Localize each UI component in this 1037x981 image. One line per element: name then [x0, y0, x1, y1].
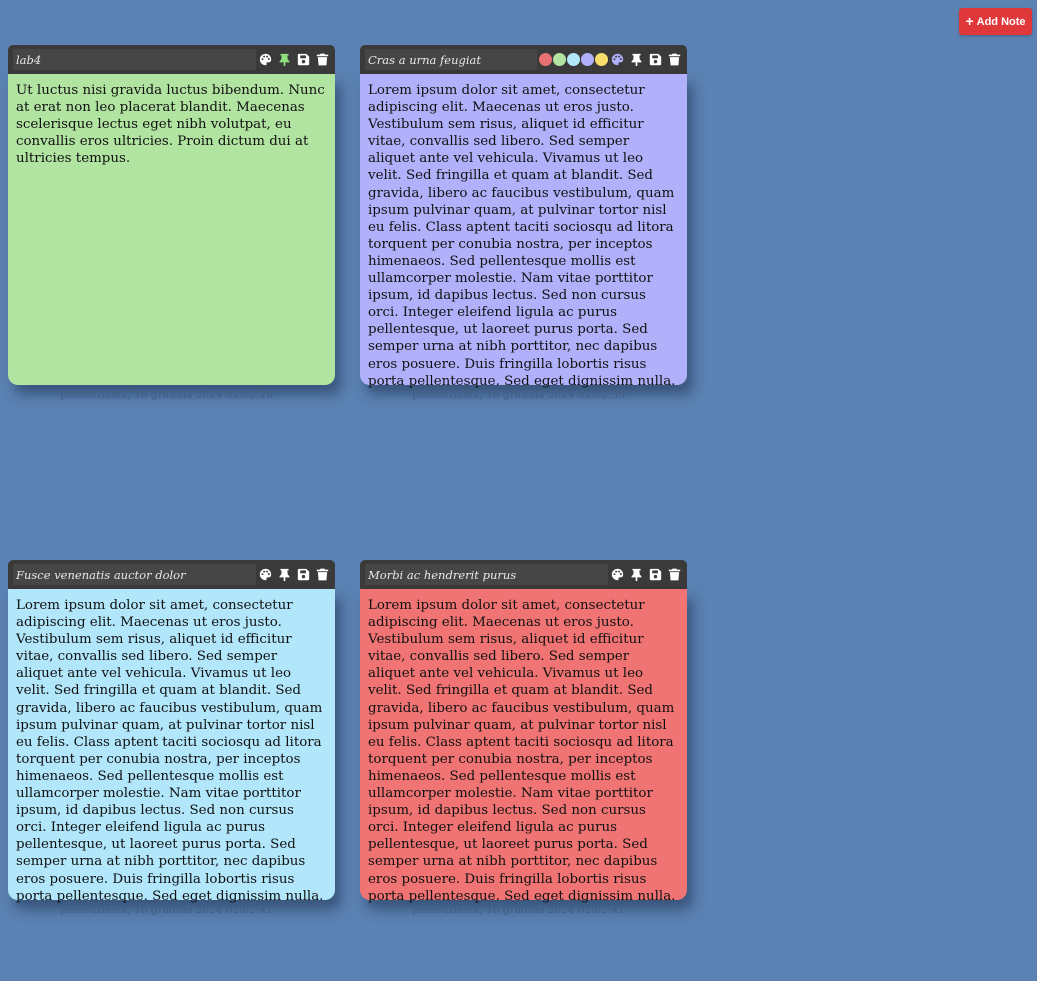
note-date: poniedziałek, 16 grudnia 2024 02:02:39 — [412, 389, 625, 401]
palette-icon[interactable] — [259, 53, 272, 66]
color-swatches — [539, 53, 608, 66]
trash-icon[interactable] — [668, 568, 681, 581]
palette-icon[interactable] — [611, 568, 624, 581]
save-icon[interactable] — [649, 53, 662, 66]
trash-icon[interactable] — [316, 53, 329, 66]
palette-icon[interactable] — [611, 53, 624, 66]
note-header — [8, 560, 335, 589]
note-body[interactable]: Lorem ipsum dolor sit amet, consectetur … — [360, 74, 687, 389]
note-title-input[interactable] — [365, 564, 608, 585]
note-date: poniedziałek, 16 grudnia 2024 02:02:10 — [60, 389, 273, 401]
note-card: Lorem ipsum dolor sit amet, consectetur … — [360, 560, 687, 916]
swatch-yellow[interactable] — [595, 53, 608, 66]
note-date: poniedziałek, 16 grudnia 2024 02:02:41 — [412, 904, 625, 916]
pin-icon[interactable] — [278, 53, 291, 66]
note-body[interactable]: Lorem ipsum dolor sit amet, consectetur … — [360, 589, 687, 904]
palette-icon[interactable] — [259, 568, 272, 581]
note-header — [8, 45, 335, 74]
swatch-green[interactable] — [553, 53, 566, 66]
swatch-red[interactable] — [539, 53, 552, 66]
note-title-input[interactable] — [365, 49, 537, 70]
note-body[interactable]: Ut luctus nisi gravida luctus bibendum. … — [8, 74, 335, 385]
note-header — [360, 45, 687, 74]
note-card: Lorem ipsum dolor sit amet, consectetur … — [8, 560, 335, 916]
swatch-blue[interactable] — [567, 53, 580, 66]
pin-icon[interactable] — [278, 568, 291, 581]
save-icon[interactable] — [297, 568, 310, 581]
note-title-input[interactable] — [13, 49, 256, 70]
add-note-label: Add Note — [976, 15, 1026, 28]
note-header — [360, 560, 687, 589]
plus-icon: + — [965, 13, 974, 29]
trash-icon[interactable] — [668, 53, 681, 66]
pin-icon[interactable] — [630, 568, 643, 581]
swatch-purple[interactable] — [581, 53, 594, 66]
trash-icon[interactable] — [316, 568, 329, 581]
note-card: Lorem ipsum dolor sit amet, consectetur … — [360, 45, 687, 401]
add-note-button[interactable]: + Add Note — [959, 8, 1032, 35]
save-icon[interactable] — [297, 53, 310, 66]
note-date: poniedziałek, 16 grudnia 2024 02:02:41 — [60, 904, 273, 916]
save-icon[interactable] — [649, 568, 662, 581]
note-title-input[interactable] — [13, 564, 256, 585]
note-card: Ut luctus nisi gravida luctus bibendum. … — [8, 45, 335, 401]
note-body[interactable]: Lorem ipsum dolor sit amet, consectetur … — [8, 589, 335, 904]
pin-icon[interactable] — [630, 53, 643, 66]
